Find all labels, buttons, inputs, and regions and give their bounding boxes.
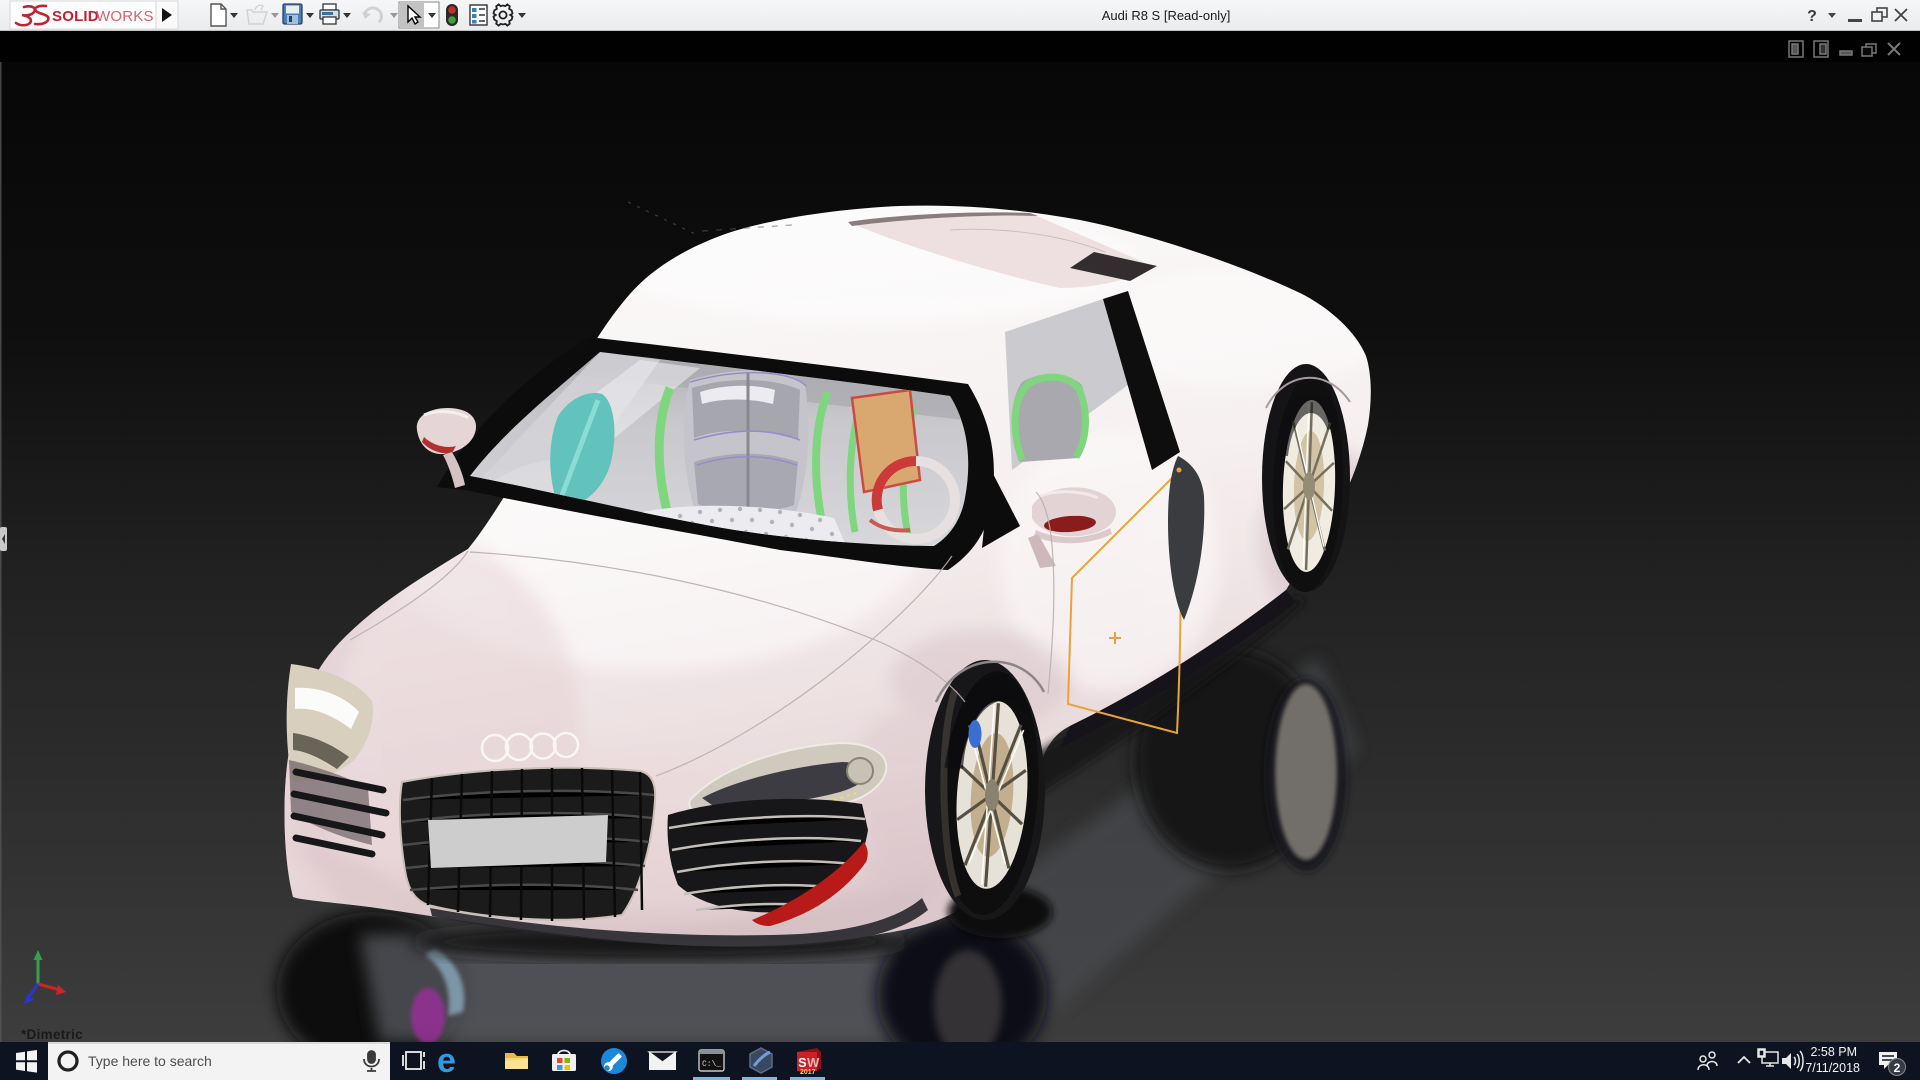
svg-text:W: W bbox=[807, 1055, 820, 1070]
svg-text:S: S bbox=[798, 1055, 807, 1070]
svg-text:*Dimetric: *Dimetric bbox=[21, 1027, 83, 1042]
svg-text:2:58 PM: 2:58 PM bbox=[1810, 1045, 1857, 1059]
svg-text:C:\_: C:\_ bbox=[702, 1060, 721, 1069]
svg-text:2: 2 bbox=[1894, 1061, 1901, 1075]
svg-text:WORKS: WORKS bbox=[96, 8, 154, 25]
svg-text:?: ? bbox=[1807, 8, 1817, 25]
svg-text:Type here to search: Type here to search bbox=[88, 1053, 212, 1069]
svg-text:7/11/2018: 7/11/2018 bbox=[1805, 1061, 1860, 1075]
svg-text:2017: 2017 bbox=[800, 1069, 816, 1076]
svg-text:SOLID: SOLID bbox=[52, 8, 99, 25]
svg-text:e: e bbox=[437, 1042, 456, 1080]
svg-text:Audi R8 S [Read-only]: Audi R8 S [Read-only] bbox=[1102, 8, 1231, 23]
